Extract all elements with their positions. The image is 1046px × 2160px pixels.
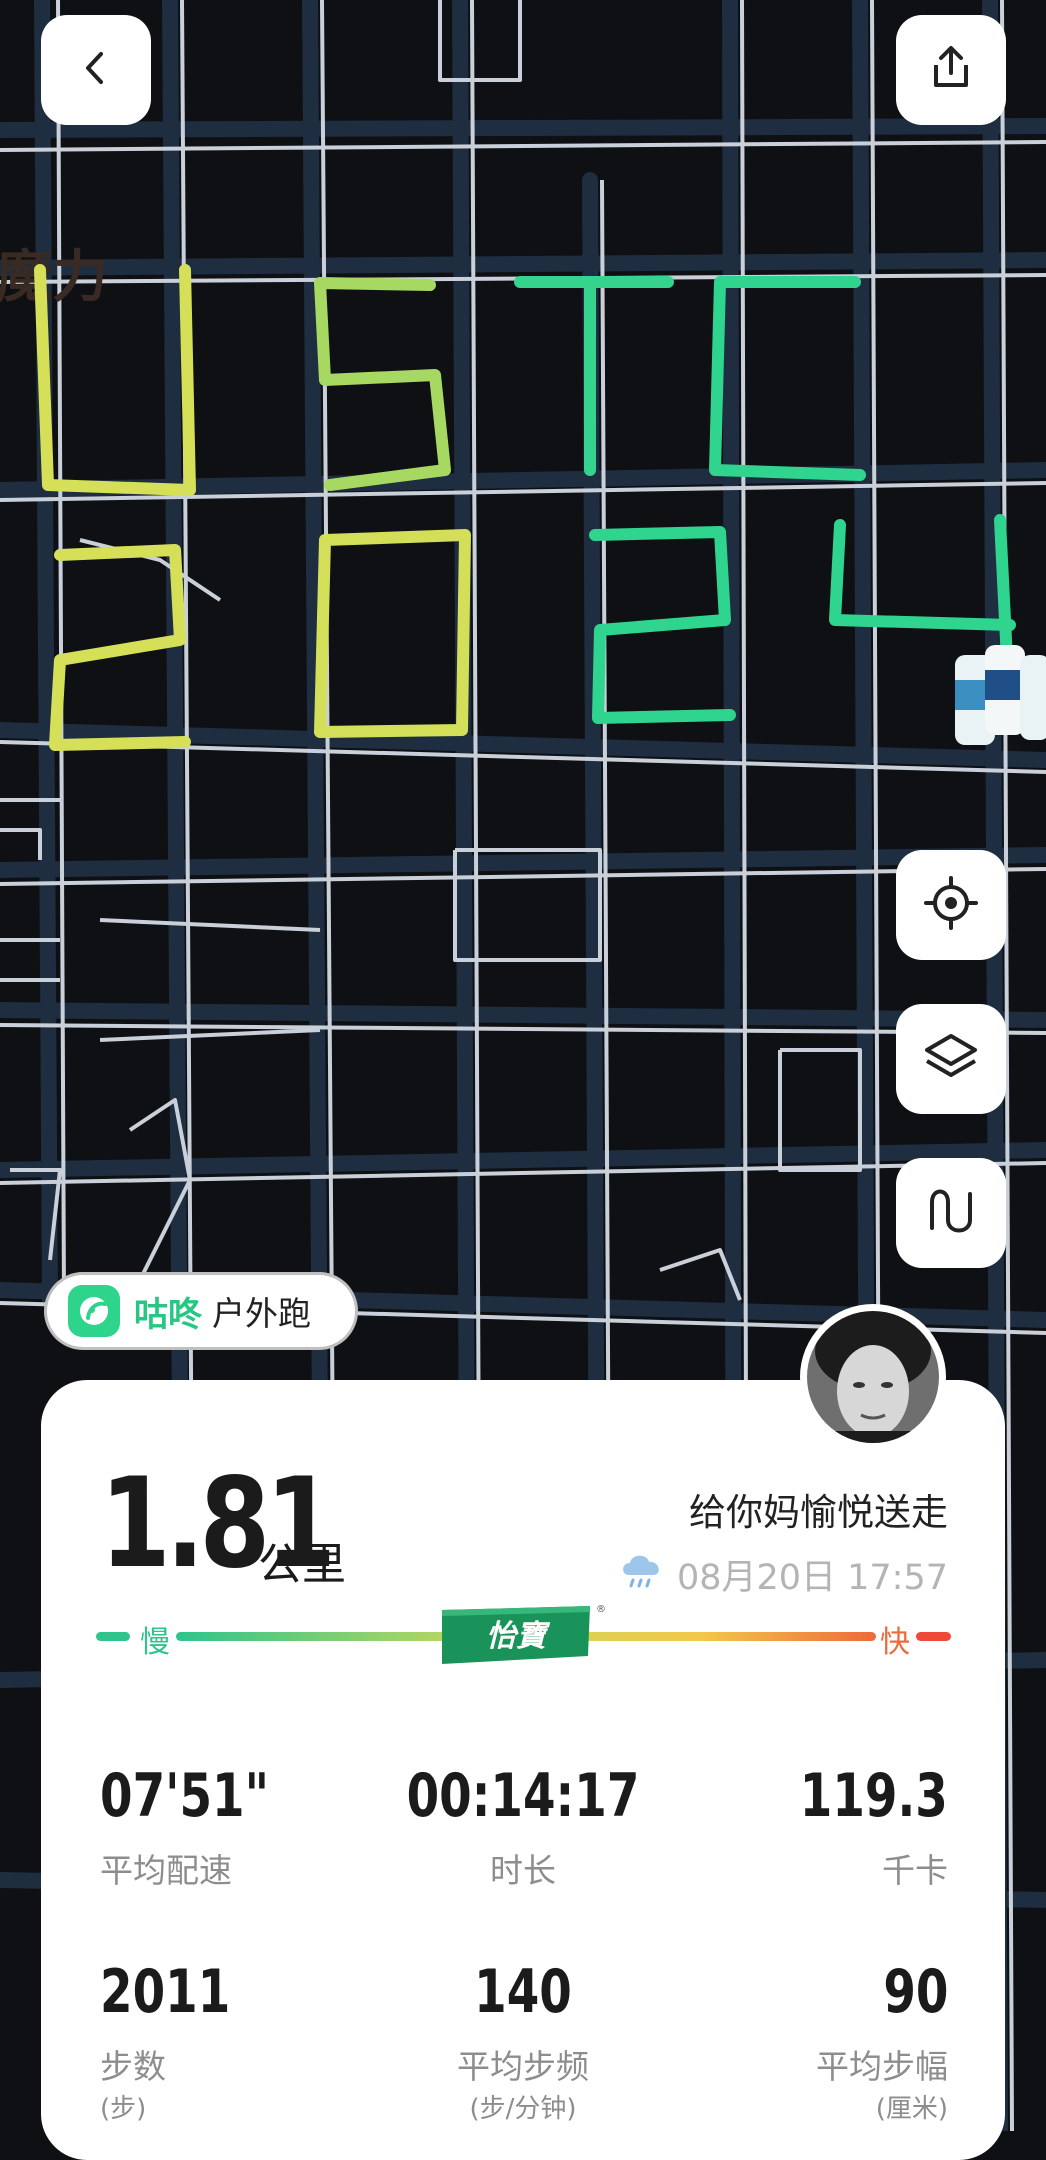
steps-label: 步数 bbox=[100, 2047, 166, 2086]
stride-value: 90 bbox=[882, 1957, 948, 2027]
locate-icon bbox=[924, 876, 978, 934]
brand-name: 咕咚 bbox=[134, 1294, 202, 1335]
avatar-image bbox=[807, 1311, 939, 1443]
svg-text:怡寶: 怡寶 bbox=[486, 1619, 551, 1654]
app-brand-pill: 咕咚 户外跑 bbox=[44, 1272, 358, 1350]
chevron-left-icon bbox=[74, 46, 118, 94]
avg-pace-label: 平均配速 bbox=[100, 1851, 232, 1890]
datetime-text: 08月20日 17:57 bbox=[676, 1558, 948, 1598]
pace-gradient-bar: 怡寶 ® bbox=[96, 1604, 951, 1664]
cadence-unit: (步/分钟) bbox=[469, 2094, 577, 2124]
sponsor-logo: 怡寶 ® bbox=[442, 1604, 606, 1664]
codoon-logo-icon bbox=[68, 1285, 120, 1337]
bottle-sticker bbox=[955, 645, 1046, 745]
pace-slow-label: 慢 bbox=[140, 1625, 170, 1660]
avatar[interactable] bbox=[800, 1304, 946, 1450]
run-title: 给你妈愉悦送走 bbox=[689, 1491, 948, 1534]
cadence-label: 平均步频 bbox=[457, 2047, 589, 2086]
cadence-value: 140 bbox=[474, 1957, 572, 2027]
distance-unit: 公里 bbox=[258, 1539, 346, 1590]
stride-unit: (厘米) bbox=[875, 2094, 948, 2124]
map-watermark: 魔力 bbox=[0, 245, 108, 310]
locate-button[interactable] bbox=[896, 850, 1006, 960]
steps-value: 2011 bbox=[100, 1957, 231, 2027]
avg-pace-value: 07'51" bbox=[100, 1761, 269, 1831]
svg-text:®: ® bbox=[596, 1604, 606, 1615]
calories-label: 千卡 bbox=[882, 1851, 948, 1890]
share-icon bbox=[926, 43, 976, 97]
pace-fast-label: 快 bbox=[880, 1625, 910, 1660]
share-button[interactable] bbox=[896, 15, 1006, 125]
duration-value: 00:14:17 bbox=[406, 1761, 640, 1831]
activity-type: 户外跑 bbox=[212, 1294, 311, 1333]
layers-button[interactable] bbox=[896, 1004, 1006, 1114]
rain-cloud-icon bbox=[619, 1549, 665, 1600]
back-button[interactable] bbox=[41, 15, 151, 125]
stride-label: 平均步幅 bbox=[816, 2047, 948, 2086]
duration-label: 时长 bbox=[490, 1851, 556, 1890]
route-curve-icon bbox=[924, 1184, 978, 1242]
route-mode-button[interactable] bbox=[896, 1158, 1006, 1268]
run-datetime: 08月20日 17:57 bbox=[619, 1549, 948, 1600]
layers-icon bbox=[922, 1030, 980, 1088]
calories-value: 119.3 bbox=[799, 1761, 948, 1831]
steps-unit: (步) bbox=[100, 2094, 147, 2124]
